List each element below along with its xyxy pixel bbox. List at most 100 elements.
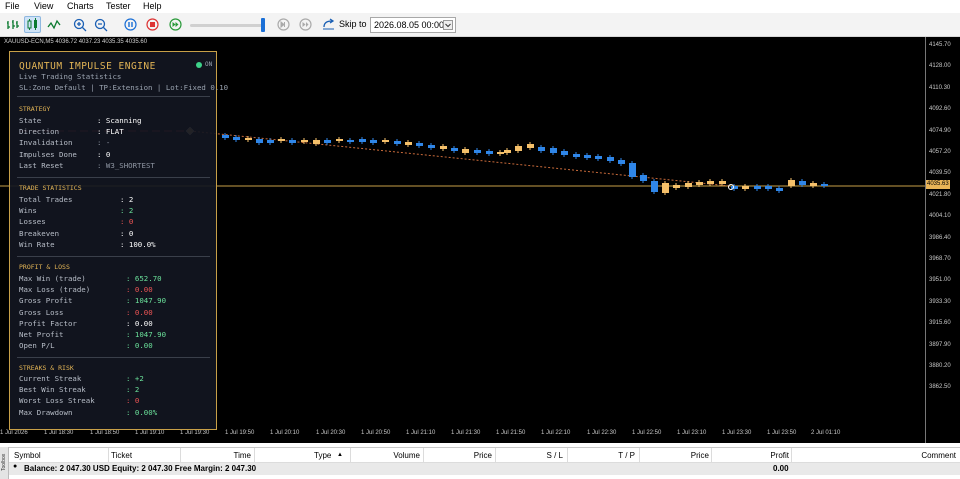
bull-candle	[440, 146, 447, 149]
candlestick-button[interactable]	[24, 16, 41, 33]
col-sl[interactable]: S / L	[496, 448, 568, 463]
stat-label: Current Streak	[19, 374, 82, 383]
bear-candle	[821, 184, 828, 186]
bear-candle	[538, 147, 545, 151]
time-tick: 1 Jul 19:50	[225, 430, 255, 436]
col-volume[interactable]: Volume	[351, 448, 424, 463]
price-tick: 3933.30	[929, 298, 951, 305]
bull-candle	[301, 140, 308, 142]
skip-to-date-value: 2026.08.05 00:00	[374, 20, 445, 30]
step-to-end-icon	[299, 18, 312, 31]
col-symbol[interactable]: Symbol	[9, 448, 109, 463]
pause-button[interactable]	[122, 16, 139, 33]
col-tp[interactable]: T / P	[568, 448, 640, 463]
status-dot-icon	[196, 62, 202, 68]
stat-value: : W3_SHORTEST	[97, 160, 155, 170]
time-tick: 1 Jul 21:30	[451, 430, 481, 436]
bear-candle	[289, 140, 296, 143]
stat-label: Gross Profit	[19, 296, 73, 306]
price-tick: 4021.80	[929, 191, 951, 198]
divider	[17, 256, 210, 257]
col-profit[interactable]: Profit	[712, 448, 792, 463]
speed-slider-track[interactable]	[190, 24, 264, 27]
col-price[interactable]: Price	[424, 448, 496, 463]
stat-value: : Scanning	[97, 116, 142, 125]
stat-label: Worst Loss Streak	[19, 396, 95, 406]
trend-line	[189, 130, 731, 187]
price-tick: 3951.00	[929, 277, 951, 284]
bear-candle	[595, 156, 602, 159]
menu-view[interactable]: View	[34, 1, 53, 12]
balance-row: ● Balance: 2 047.30 USD Equity: 2 047.30…	[0, 463, 960, 475]
strategy-tester-window: File View Charts Tester Help Skip to 202…	[0, 0, 960, 479]
step-to-end-button[interactable]	[297, 16, 314, 33]
col-comment[interactable]: Comment	[792, 448, 960, 463]
bear-candle	[370, 140, 377, 143]
step-forward-button[interactable]	[275, 16, 292, 33]
bar-chart-button[interactable]	[4, 16, 21, 33]
menu-charts[interactable]: Charts	[67, 1, 94, 12]
stats-panel: QUANTUM IMPULSE ENGINE ON Live Trading S…	[9, 51, 228, 430]
stat-value: : 0	[120, 217, 134, 227]
bear-candle	[618, 160, 625, 164]
bull-candle	[742, 186, 749, 189]
bear-candle	[640, 175, 647, 181]
toolbox-side-tab[interactable]: Toolbox	[0, 447, 9, 479]
bull-candle	[696, 182, 703, 185]
price-tick: 3915.60	[929, 320, 951, 327]
time-tick: 1 Jul 18:30	[44, 430, 74, 436]
bear-candle	[629, 163, 636, 177]
fast-forward-button[interactable]	[167, 16, 184, 33]
stop-button[interactable]	[144, 16, 161, 33]
time-tick: 1 Jul 18:50	[90, 430, 120, 436]
bear-candle	[428, 145, 435, 148]
bull-candle	[313, 140, 320, 144]
menu-help[interactable]: Help	[143, 1, 162, 12]
price-tick: 4074.90	[929, 127, 951, 134]
line-chart-button[interactable]	[45, 16, 62, 33]
bull-candle	[504, 150, 511, 153]
panel-title: QUANTUM IMPULSE ENGINE	[19, 61, 156, 72]
zoom-out-button[interactable]	[92, 16, 109, 33]
bear-candle	[754, 186, 761, 189]
bear-candle	[222, 135, 229, 138]
price-tick: 4128.00	[929, 63, 951, 70]
stat-label: Impulses Done	[19, 149, 77, 159]
bull-candle	[662, 183, 669, 193]
menu-file[interactable]: File	[5, 1, 20, 12]
skip-to-button[interactable]	[320, 16, 337, 33]
stat-value: : 0	[120, 228, 134, 238]
bear-candle	[799, 181, 806, 185]
bear-candle	[765, 186, 772, 189]
menu-tester[interactable]: Tester	[106, 1, 131, 12]
bear-candle	[267, 140, 274, 143]
price-tick: 4145.70	[929, 42, 951, 48]
bull-candle	[405, 142, 412, 145]
col-close-price[interactable]: Price	[640, 448, 712, 463]
stat-label: Total Trades	[19, 195, 73, 204]
time-tick: 1 Jul 21:50	[496, 430, 526, 436]
speed-slider-thumb[interactable]	[261, 18, 265, 32]
skip-to-date-input[interactable]: 2026.08.05 00:00	[370, 17, 456, 33]
time-tick: 1 Jul 20:10	[270, 430, 300, 436]
calendar-dropdown-icon[interactable]	[443, 20, 453, 30]
bull-candle	[245, 138, 252, 140]
price-tick: 3986.40	[929, 234, 951, 241]
bear-candle	[651, 181, 658, 192]
skip-arrow-icon	[322, 18, 334, 30]
balance-summary: Balance: 2 047.30 USD Equity: 2 047.30 F…	[24, 464, 257, 473]
time-tick: 1 Jul 19:30	[180, 430, 210, 436]
zoom-in-button[interactable]	[71, 16, 88, 33]
zoom-out-icon	[94, 18, 107, 31]
price-tick: 4039.50	[929, 170, 951, 177]
col-time[interactable]: Time	[181, 448, 255, 463]
stat-value: : 100.0%	[120, 239, 156, 249]
bull-candle	[719, 181, 726, 184]
bull-candle	[278, 139, 285, 141]
col-type[interactable]: Type ▲	[255, 448, 351, 463]
bull-candle	[673, 185, 680, 188]
col-ticket[interactable]: Ticket	[109, 448, 181, 463]
stat-label: Wins	[19, 206, 37, 216]
divider	[17, 357, 210, 358]
bear-candle	[451, 148, 458, 151]
